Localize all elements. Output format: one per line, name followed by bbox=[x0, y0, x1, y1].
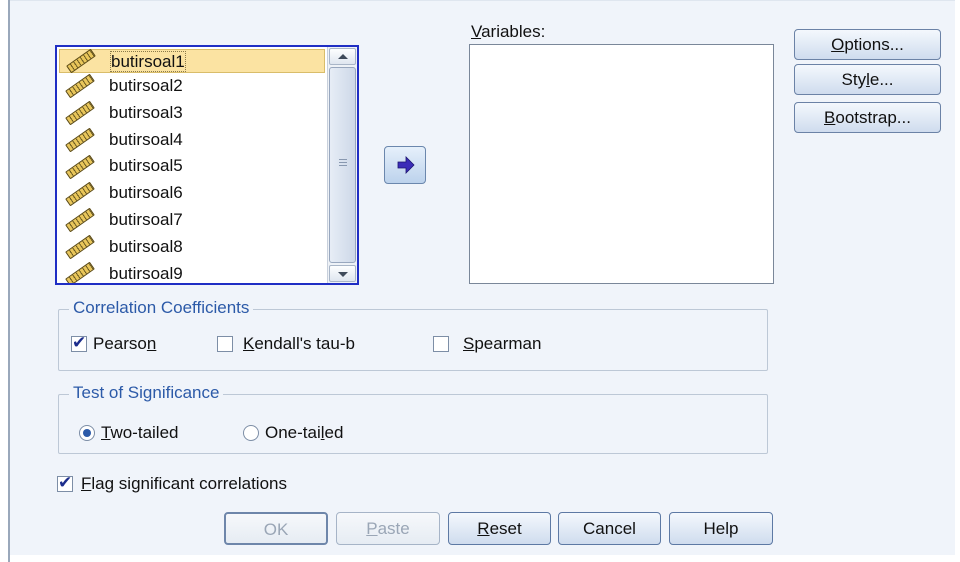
variable-name: butirsoal1 bbox=[110, 51, 186, 72]
one-tailed-option[interactable]: One-tailed bbox=[243, 423, 343, 443]
bootstrap-button[interactable]: Bootstrap... bbox=[794, 102, 941, 133]
scale-ruler-icon bbox=[65, 74, 95, 99]
variables-target-list[interactable] bbox=[469, 44, 774, 284]
variable-name: butirsoal7 bbox=[109, 209, 183, 229]
source-variable-list[interactable]: butirsoal1 butirsoal2 butirsoal3 butirsoal4… bbox=[55, 45, 359, 285]
cancel-button[interactable]: Cancel bbox=[558, 512, 661, 545]
variable-list-item[interactable]: butirsoal1 bbox=[59, 48, 325, 74]
pearson-option[interactable]: Pearson bbox=[71, 333, 157, 354]
variable-list-item[interactable]: butirsoal8 bbox=[57, 234, 325, 261]
variable-name: butirsoal4 bbox=[109, 129, 183, 149]
variable-name: butirsoal2 bbox=[109, 76, 183, 95]
scroll-down-button[interactable] bbox=[329, 265, 356, 282]
two-tailed-radio[interactable] bbox=[79, 425, 95, 441]
spearman-label: Spearman bbox=[463, 334, 542, 353]
variables-label: Variables: bbox=[471, 22, 546, 41]
variable-list-item[interactable]: butirsoal6 bbox=[57, 180, 325, 207]
flag-significant-option[interactable]: Flag significant correlations bbox=[57, 473, 287, 494]
variable-name: butirsoal6 bbox=[109, 183, 183, 203]
variable-list-item[interactable]: butirsoal7 bbox=[57, 207, 325, 234]
paste-button[interactable]: Paste bbox=[336, 512, 440, 545]
scale-ruler-icon bbox=[66, 48, 96, 74]
variable-list-item[interactable]: butirsoal5 bbox=[57, 153, 325, 180]
scale-ruler-icon bbox=[65, 100, 95, 126]
correlation-coefficients-group: Correlation Coefficients Pearson Kendall… bbox=[58, 298, 768, 371]
variable-name: butirsoal3 bbox=[109, 102, 183, 122]
correlation-coefficients-title: Correlation Coefficients bbox=[69, 298, 254, 318]
options-button[interactable]: Options... bbox=[794, 29, 941, 60]
scale-ruler-icon bbox=[65, 181, 95, 206]
scale-ruler-icon bbox=[65, 154, 95, 180]
scale-ruler-icon bbox=[65, 234, 95, 260]
variable-list-item[interactable]: butirsoal4 bbox=[57, 127, 325, 154]
source-variable-items: butirsoal1 butirsoal2 butirsoal3 butirsoal4… bbox=[57, 47, 325, 283]
variable-list-item[interactable]: butirsoal9 bbox=[57, 261, 325, 283]
spearman-checkbox[interactable] bbox=[433, 336, 449, 352]
reset-button[interactable]: Reset bbox=[448, 512, 551, 545]
test-of-significance-group: Test of Significance Two-tailed One-tail… bbox=[58, 383, 768, 454]
arrow-right-icon bbox=[397, 156, 415, 174]
kendall-option[interactable]: Kendall's tau-b bbox=[217, 334, 355, 354]
ok-button[interactable]: OK bbox=[224, 512, 328, 545]
scale-ruler-icon bbox=[65, 127, 95, 153]
pearson-checkbox[interactable] bbox=[71, 333, 87, 353]
move-to-variables-button[interactable] bbox=[384, 146, 426, 184]
spearman-option[interactable]: Spearman bbox=[433, 334, 541, 354]
kendall-label: Kendall's tau-b bbox=[243, 334, 355, 353]
two-tailed-option[interactable]: Two-tailed bbox=[79, 423, 179, 443]
test-of-significance-title: Test of Significance bbox=[69, 383, 224, 403]
scroll-up-button[interactable] bbox=[329, 48, 356, 65]
variable-list-item[interactable]: butirsoal3 bbox=[57, 100, 325, 127]
source-list-scrollbar[interactable] bbox=[327, 47, 357, 283]
scale-ruler-icon bbox=[65, 208, 95, 233]
one-tailed-label: One-tailed bbox=[265, 423, 344, 442]
variable-name: butirsoal9 bbox=[109, 263, 183, 283]
scroll-thumb[interactable] bbox=[329, 67, 356, 263]
scale-ruler-icon bbox=[65, 261, 95, 283]
one-tailed-radio[interactable] bbox=[243, 425, 259, 441]
pearson-label: Pearson bbox=[93, 334, 157, 353]
flag-significant-checkbox[interactable] bbox=[57, 473, 73, 493]
flag-significant-label: Flag significant correlations bbox=[81, 474, 287, 493]
help-button[interactable]: Help bbox=[669, 512, 773, 545]
dialog-frame: butirsoal1 butirsoal2 butirsoal3 butirsoal4… bbox=[8, 0, 955, 562]
variable-name: butirsoal8 bbox=[109, 236, 183, 256]
variable-list-item[interactable]: butirsoal2 bbox=[57, 73, 325, 100]
variable-name: butirsoal5 bbox=[109, 156, 183, 176]
style-button[interactable]: Style... bbox=[794, 64, 941, 95]
two-tailed-label: Two-tailed bbox=[101, 423, 179, 442]
kendall-checkbox[interactable] bbox=[217, 336, 233, 352]
